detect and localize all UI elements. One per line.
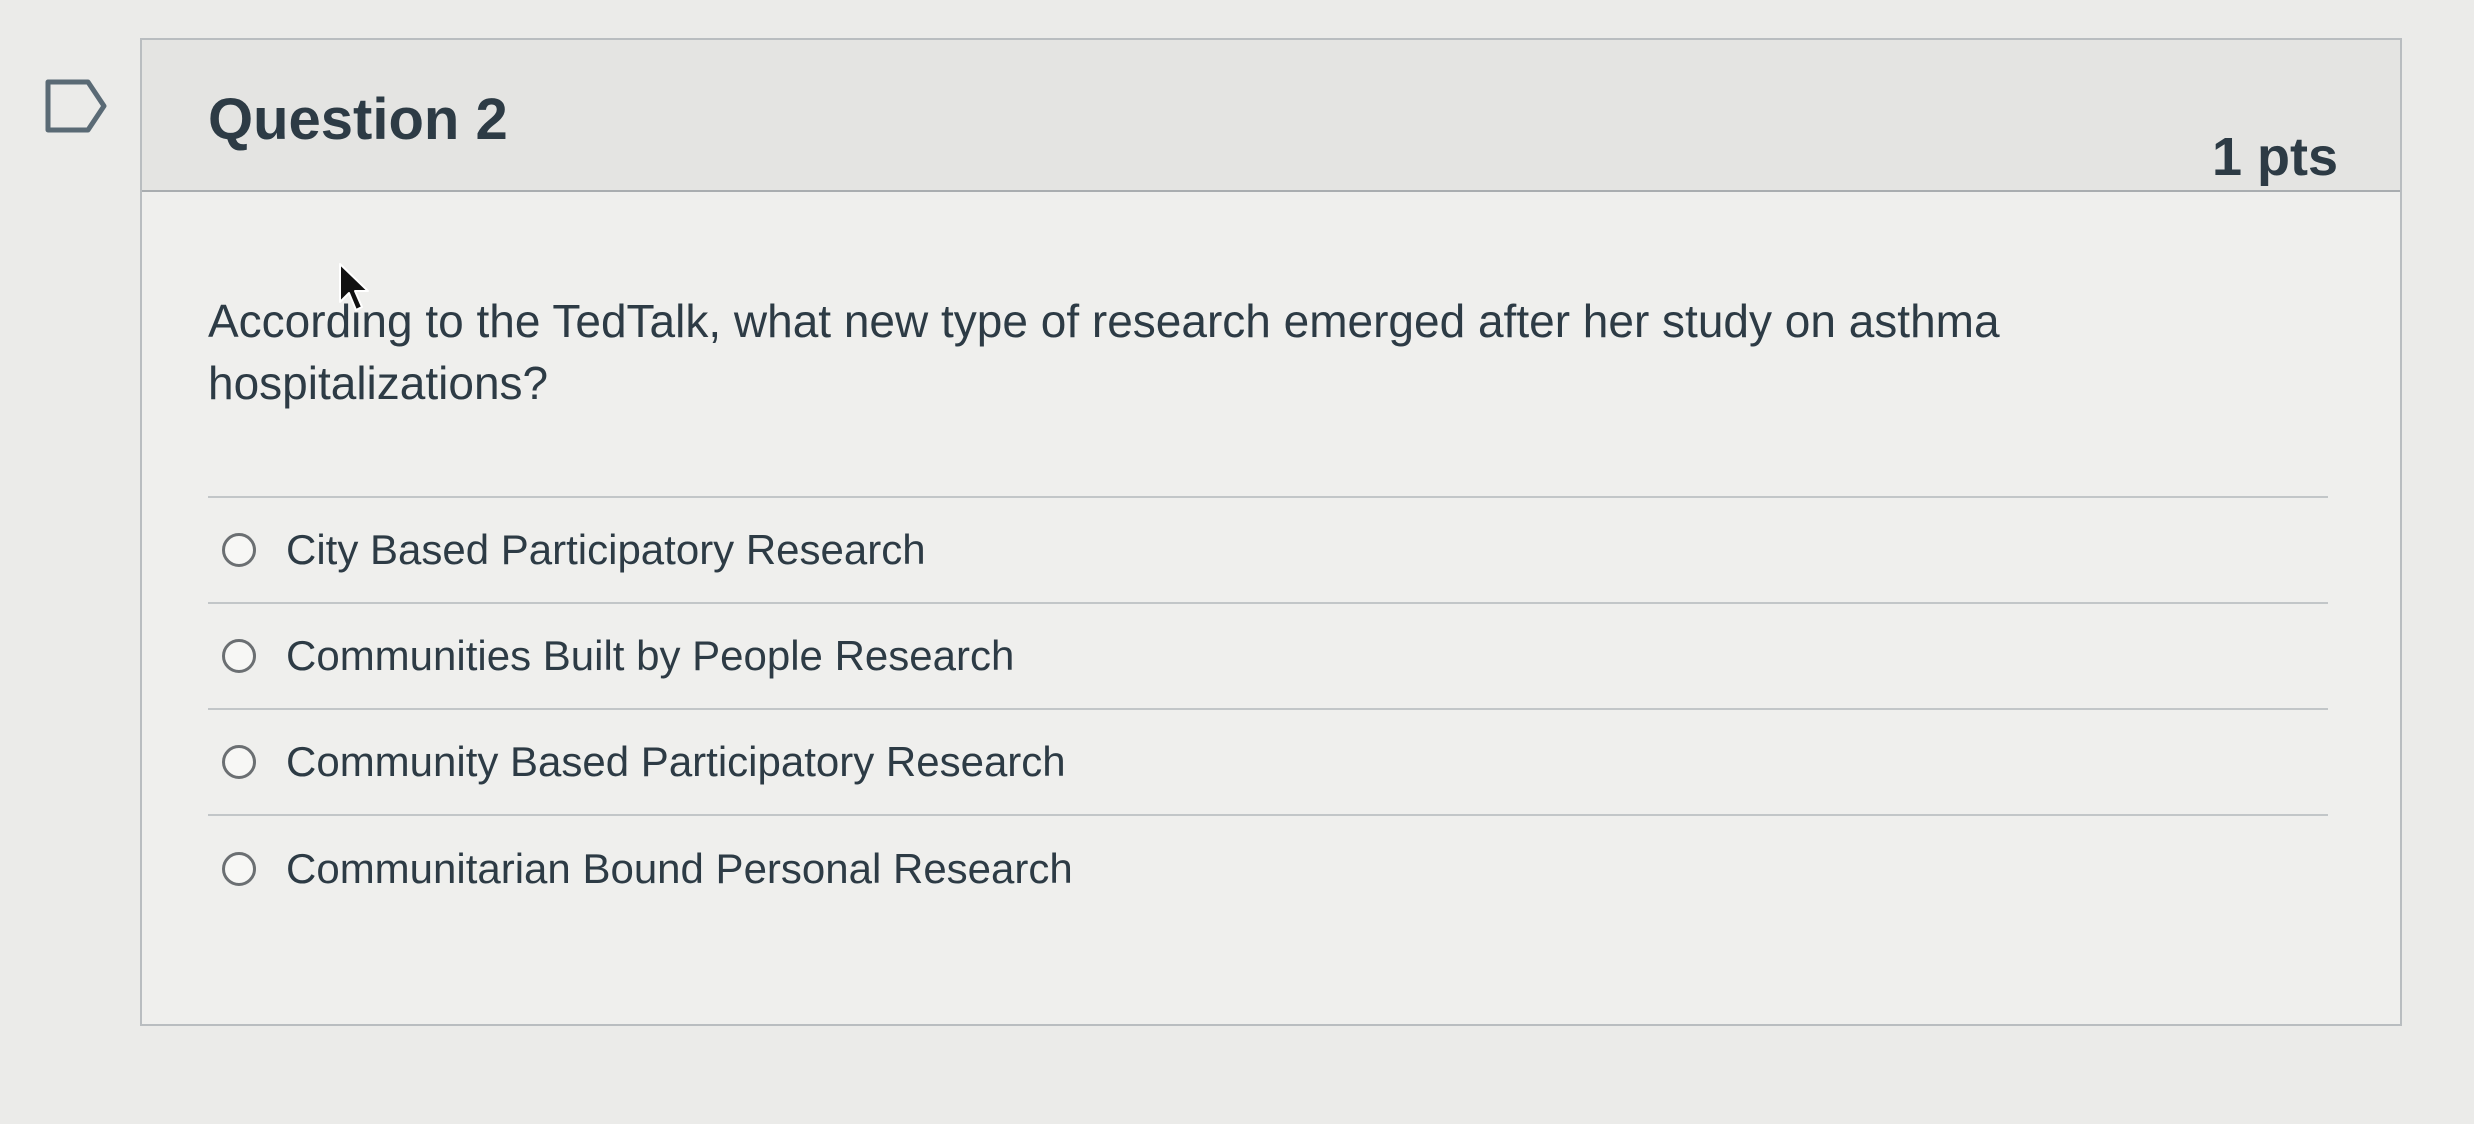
answer-option[interactable]: Communitarian Bound Personal Research [208,816,2328,922]
answer-option[interactable]: Community Based Participatory Research [208,710,2328,816]
answer-option[interactable]: Communities Built by People Research [208,604,2328,710]
answer-list: City Based Participatory Research Commun… [208,496,2328,922]
question-header: Question 2 1 pts [142,40,2400,192]
question-points: 1 pts [2211,127,2338,187]
question-card: Question 2 1 pts According to the TedTal… [140,38,2402,1026]
mouse-pointer-icon [338,262,372,314]
answer-label[interactable]: Communitarian Bound Personal Research [286,845,1073,893]
answer-label[interactable]: Community Based Participatory Research [286,738,1066,786]
question-title: Question 2 [208,87,508,152]
answer-label[interactable]: Communities Built by People Research [286,632,1014,680]
radio-button[interactable] [222,745,256,779]
question-text: According to the TedTalk, what new type … [208,295,2000,409]
flag-question-icon[interactable] [44,78,108,134]
answer-label[interactable]: City Based Participatory Research [286,526,926,574]
answer-option[interactable]: City Based Participatory Research [208,498,2328,604]
radio-button[interactable] [222,533,256,567]
radio-button[interactable] [222,852,256,886]
question-body: According to the TedTalk, what new type … [208,290,2308,414]
radio-button[interactable] [222,639,256,673]
